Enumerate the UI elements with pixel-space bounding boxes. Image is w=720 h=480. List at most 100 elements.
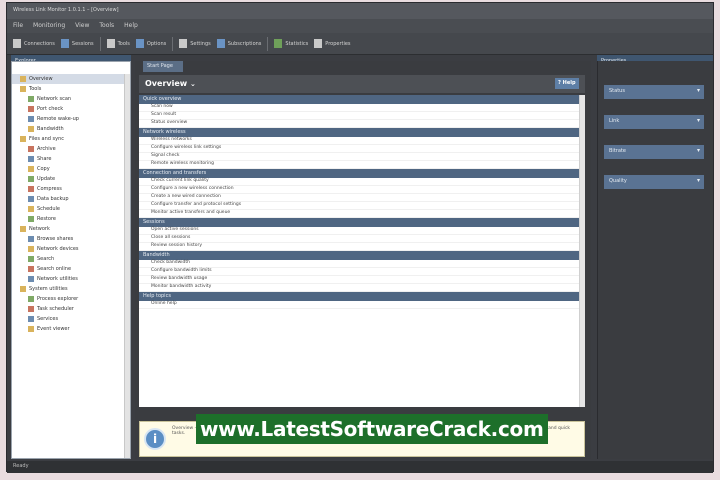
status-bar: Ready	[7, 461, 713, 473]
task-link[interactable]: Configure wireless link settings	[139, 145, 585, 153]
menu-item-view[interactable]: View	[75, 22, 89, 30]
tree-item[interactable]: Network scan	[12, 94, 130, 104]
toolbar-button-properties[interactable]: Properties	[314, 39, 351, 48]
menu-item-monitoring[interactable]: Monitoring	[33, 22, 65, 30]
property-quality[interactable]: Quality ▾	[604, 175, 704, 189]
help-label: Help	[562, 80, 576, 86]
tree-item[interactable]: Files and sync	[12, 134, 130, 144]
tree-item-label: Share	[37, 156, 52, 162]
explorer-scrollbar[interactable]	[124, 74, 130, 458]
toolbar-button-connections[interactable]: Connections	[13, 39, 55, 48]
task-link[interactable]: Scan now	[139, 104, 585, 112]
tree-item[interactable]: Overview	[12, 74, 130, 84]
tree-item[interactable]: Copy	[12, 164, 130, 174]
toolbar-button-statistics[interactable]: Statistics	[274, 39, 308, 48]
tree-item-label: Services	[37, 316, 59, 322]
settings-icon	[179, 39, 188, 48]
toolbar-button-subscriptions[interactable]: Subscriptions	[216, 39, 262, 48]
tree-item[interactable]: Update	[12, 174, 130, 184]
toolbar-button-label: Subscriptions	[227, 40, 262, 47]
help-button[interactable]: ? Help	[555, 78, 579, 89]
task-link[interactable]: Wireless networks	[139, 137, 585, 145]
tool-icon	[28, 186, 34, 192]
section-header: Bandwidth	[139, 251, 585, 260]
task-list: Quick overview Scan now Scan result Status …	[139, 95, 585, 407]
properties-panel: Status ▾ Link ▾ Bitrate ▾ Quality ▾	[597, 61, 713, 459]
tree-item-label: Overview	[29, 76, 53, 82]
toolbar-button-label: Options	[146, 40, 167, 47]
tree-item[interactable]: Share	[12, 154, 130, 164]
chevron-down-icon[interactable]: ▾	[697, 147, 700, 154]
task-link[interactable]: Close all sessions	[139, 235, 585, 243]
tool-icon	[28, 106, 34, 112]
tree-item[interactable]: Remote wake-up	[12, 114, 130, 124]
task-link[interactable]: Remote wireless monitoring	[139, 161, 585, 169]
chevron-down-icon[interactable]: ▾	[697, 177, 700, 184]
tree-item[interactable]: Search online	[12, 264, 130, 274]
task-list-scrollbar[interactable]	[579, 95, 585, 407]
task-link[interactable]: Configure bandwidth limits	[139, 268, 585, 276]
tree-item[interactable]: Compress	[12, 184, 130, 194]
toolbar-button-sessions[interactable]: Sessions	[60, 39, 94, 48]
task-link[interactable]: Review bandwidth usage	[139, 276, 585, 284]
folder-icon	[20, 86, 26, 92]
menu-item-help[interactable]: Help	[124, 22, 138, 30]
tree-item-label: Browse shares	[37, 236, 74, 242]
tree-item-label: Compress	[37, 186, 62, 192]
tree-item[interactable]: Bandwidth	[12, 124, 130, 134]
tree-item[interactable]: Schedule	[12, 204, 130, 214]
tree-item[interactable]: Tools	[12, 84, 130, 94]
toolbar-button-label: Properties	[325, 40, 351, 47]
tree-item[interactable]: Network	[12, 224, 130, 234]
chevron-down-icon[interactable]: ▾	[697, 117, 700, 124]
toolbar-button-tools[interactable]: Tools	[106, 39, 130, 48]
chevron-down-icon[interactable]: ⌄	[190, 80, 196, 88]
tree-item[interactable]: Process explorer	[12, 294, 130, 304]
tree-item[interactable]: Data backup	[12, 194, 130, 204]
tree-item[interactable]: Network utilities	[12, 274, 130, 284]
toolbar-button-settings[interactable]: Settings	[179, 39, 211, 48]
chevron-down-icon[interactable]: ▾	[697, 87, 700, 94]
toolbar-button-options[interactable]: Options	[135, 39, 167, 48]
task-link[interactable]: Monitor bandwidth activity	[139, 284, 585, 292]
task-link[interactable]: Open active sessions	[139, 227, 585, 235]
task-link[interactable]: Review session history	[139, 243, 585, 251]
section-header: Sessions	[139, 218, 585, 227]
property-link[interactable]: Link ▾	[604, 115, 704, 129]
tree-item[interactable]: Event viewer	[12, 324, 130, 334]
tool-icon	[28, 296, 34, 302]
tree-item[interactable]: Services	[12, 314, 130, 324]
task-link[interactable]: Check current link quality	[139, 178, 585, 186]
tree-item[interactable]: System utilities	[12, 284, 130, 294]
task-link[interactable]: Check bandwidth	[139, 260, 585, 268]
tree-item[interactable]: Restore	[12, 214, 130, 224]
task-link[interactable]: Create a new wired connection	[139, 194, 585, 202]
task-link[interactable]: Signal check	[139, 153, 585, 161]
task-link[interactable]: Scan result	[139, 112, 585, 120]
task-link[interactable]: Configure transfer and protocol settings	[139, 202, 585, 210]
tool-icon	[28, 316, 34, 322]
tree-item[interactable]: Search	[12, 254, 130, 264]
tree-item[interactable]: Port check	[12, 104, 130, 114]
property-bitrate[interactable]: Bitrate ▾	[604, 145, 704, 159]
menu-item-tools[interactable]: Tools	[99, 22, 114, 30]
tab-start-page[interactable]: Start Page	[143, 61, 183, 72]
tree-item-label: Schedule	[37, 206, 60, 212]
page-title: Overview ⌄ ? Help	[139, 75, 585, 93]
property-label: Status	[609, 88, 625, 94]
tree-item[interactable]: Task scheduler	[12, 304, 130, 314]
tree-item[interactable]: Browse shares	[12, 234, 130, 244]
tree-item[interactable]: Network devices	[12, 244, 130, 254]
property-label: Bitrate	[609, 148, 626, 154]
tree-item[interactable]: Archive	[12, 144, 130, 154]
menu-item-file[interactable]: File	[13, 22, 23, 30]
tree-item-label: Restore	[37, 216, 56, 222]
task-link[interactable]: Monitor active transfers and queue	[139, 210, 585, 218]
task-link[interactable]: Configure a new wireless connection	[139, 186, 585, 194]
tree-item-label: Search	[37, 256, 55, 262]
tree-item-label: Task scheduler	[37, 306, 74, 312]
property-status[interactable]: Status ▾	[604, 85, 704, 99]
toolbar-button-label: Connections	[24, 40, 55, 47]
task-link[interactable]: Status overview	[139, 120, 585, 128]
task-link[interactable]: Online help	[139, 301, 585, 309]
